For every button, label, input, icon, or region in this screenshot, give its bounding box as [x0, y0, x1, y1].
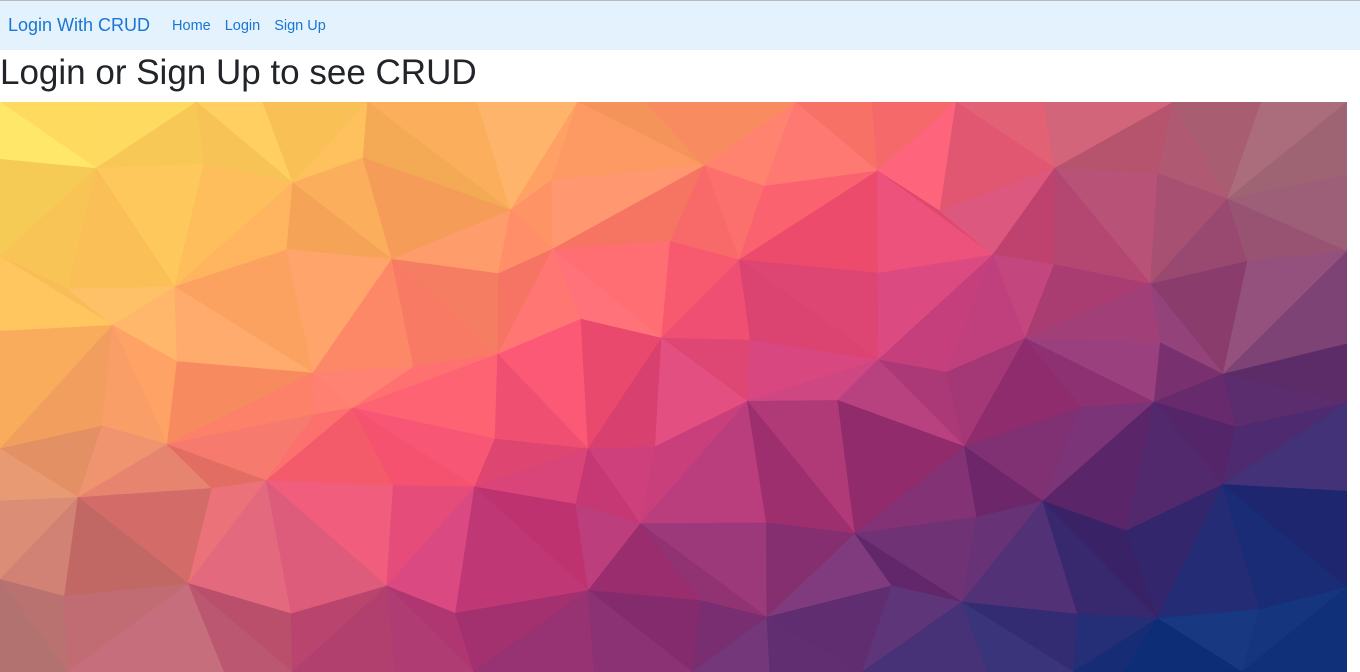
nav-link-sign-up[interactable]: Sign Up: [274, 18, 326, 34]
navbar: Login With CRUD Home Login Sign Up: [0, 1, 1360, 50]
nav-link-login[interactable]: Login: [225, 18, 260, 34]
low-poly-background: [0, 102, 1347, 672]
hero-image: [0, 102, 1347, 672]
nav-link-home[interactable]: Home: [172, 18, 211, 34]
nav-links: Home Login Sign Up: [172, 18, 340, 34]
navbar-brand[interactable]: Login With CRUD: [8, 15, 150, 36]
page-heading: Login or Sign Up to see CRUD: [0, 53, 477, 92]
